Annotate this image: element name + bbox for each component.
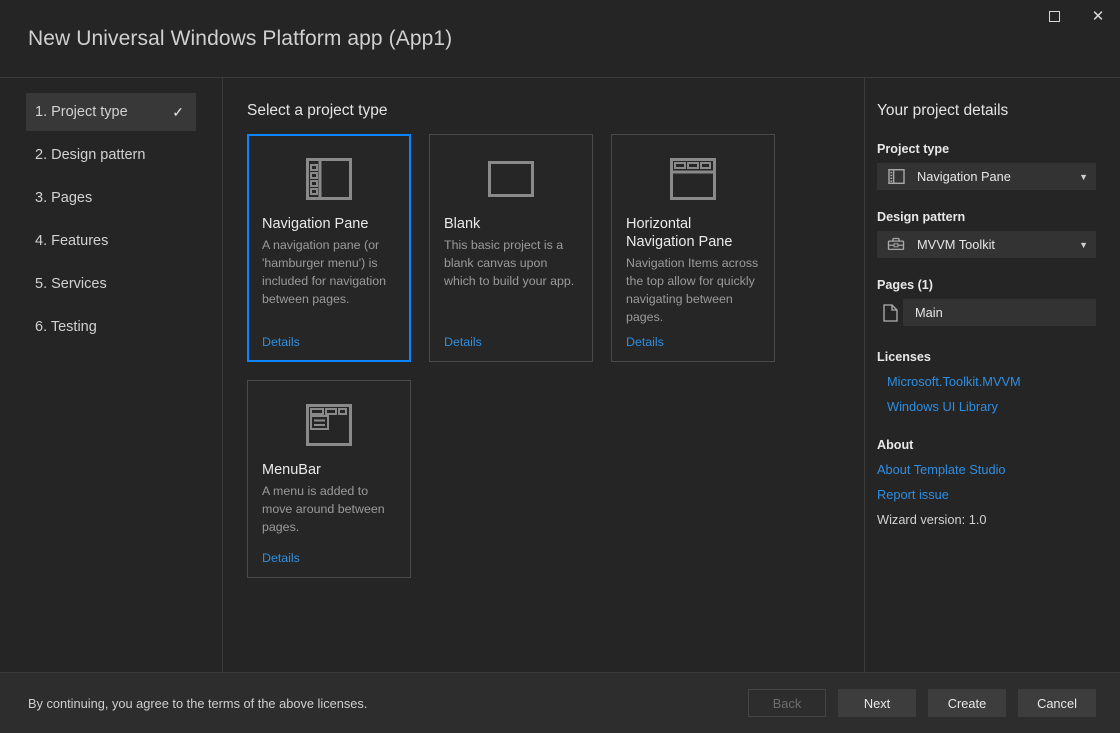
maximize-button[interactable] [1032,0,1076,32]
project-type-card-list: Navigation Pane A navigation pane (or 'h… [247,134,807,578]
card-description: A menu is added to move around between p… [262,483,385,534]
details-link[interactable]: Details [262,551,300,565]
next-button[interactable]: Next [838,689,916,717]
project-type-panel: Select a project type Navigation Pane A … [223,78,865,672]
create-button[interactable]: Create [928,689,1006,717]
project-type-card-menubar[interactable]: MenuBar A menu is added to move around b… [247,379,411,578]
title-bar: New Universal Windows Platform app (App1… [0,0,1120,77]
sidebar-item-project-type[interactable]: 1. Project type ✓ [26,93,196,131]
sidebar-item-testing[interactable]: 6. Testing [26,308,196,346]
project-type-dropdown[interactable]: Navigation Pane ▼ [877,163,1096,190]
page-name: Main [903,299,1096,326]
sidebar-item-services[interactable]: 5. Services [26,265,196,303]
card-title: Blank [444,216,481,232]
panel-heading: Select a project type [247,102,388,119]
card-title: Horizontal Navigation Pane [626,216,733,250]
sidebar-item-label: 4. Features [35,233,109,249]
wizard-window: New Universal Windows Platform app (App1… [0,0,1120,733]
project-type-card-navigation-pane[interactable]: Navigation Pane A navigation pane (or 'h… [247,134,411,362]
dialog-body: 1. Project type ✓ 2. Design pattern 3. P… [0,77,1120,672]
licenses-label: Licenses [877,350,931,364]
close-icon: ✕ [1091,7,1105,25]
pages-label: Pages (1) [877,278,933,292]
details-link[interactable]: Details [444,335,482,349]
sidebar-item-label: 5. Services [35,276,107,292]
toolbox-icon [886,237,906,252]
page-icon [877,303,903,322]
license-link-windows-ui-library[interactable]: Windows UI Library [887,399,998,414]
card-description: A navigation pane (or 'hamburger menu') … [262,237,386,306]
maximize-icon [1048,10,1060,22]
footer-buttons: Back Next Create Cancel [748,689,1096,717]
blank-window-icon [444,148,578,210]
chevron-down-icon: ▼ [1079,171,1088,182]
about-label: About [877,438,914,452]
about-template-studio-link[interactable]: About Template Studio [877,462,1006,477]
sidebar-item-label: 3. Pages [35,190,93,206]
page-list-item[interactable]: Main [877,299,1096,326]
chevron-down-icon: ▼ [1079,239,1088,250]
project-type-card-horizontal-navigation-pane[interactable]: Horizontal Navigation Pane Navigation It… [611,134,775,362]
project-type-card-blank[interactable]: Blank This basic project is a blank canv… [429,134,593,362]
project-type-value: Navigation Pane [917,169,1011,184]
card-title: Navigation Pane [262,216,369,232]
design-pattern-label: Design pattern [877,210,966,224]
sidebar-item-label: 1. Project type [35,104,128,120]
close-button[interactable]: ✕ [1076,0,1120,32]
navigation-pane-icon [886,169,906,184]
window-controls: ✕ [1032,0,1120,32]
sidebar-item-design-pattern[interactable]: 2. Design pattern [26,136,196,174]
cancel-button[interactable]: Cancel [1018,689,1096,717]
checkmark-icon: ✓ [172,103,184,120]
wizard-version-text: Wizard version: 1.0 [877,512,987,527]
horizontal-navigation-icon [626,148,760,210]
card-description: Navigation Items across the top allow fo… [626,255,759,324]
card-description: This basic project is a blank canvas upo… [444,237,575,288]
sidebar-item-label: 6. Testing [35,319,97,335]
dialog-footer: By continuing, you agree to the terms of… [0,672,1120,733]
sidebar-item-label: 2. Design pattern [35,147,146,163]
design-pattern-value: MVVM Toolkit [917,237,995,252]
project-details-panel: Your project details Project type Naviga… [865,78,1120,672]
sidebar-item-features[interactable]: 4. Features [26,222,196,260]
details-link[interactable]: Details [626,335,664,349]
license-agreement-note: By continuing, you agree to the terms of… [28,695,368,711]
navigation-pane-icon [262,148,396,210]
project-type-label: Project type [877,142,950,156]
license-link-toolkit-mvvm[interactable]: Microsoft.Toolkit.MVVM [887,374,1021,389]
window-title: New Universal Windows Platform app (App1… [28,26,453,50]
report-issue-link[interactable]: Report issue [877,487,949,502]
sidebar-item-pages[interactable]: 3. Pages [26,179,196,217]
design-pattern-dropdown[interactable]: MVVM Toolkit ▼ [877,231,1096,258]
back-button[interactable]: Back [748,689,826,717]
wizard-steps-sidebar: 1. Project type ✓ 2. Design pattern 3. P… [0,78,223,672]
menubar-icon [262,394,396,456]
details-panel-title: Your project details [877,102,1009,119]
card-title: MenuBar [262,461,321,478]
details-link[interactable]: Details [262,335,300,349]
